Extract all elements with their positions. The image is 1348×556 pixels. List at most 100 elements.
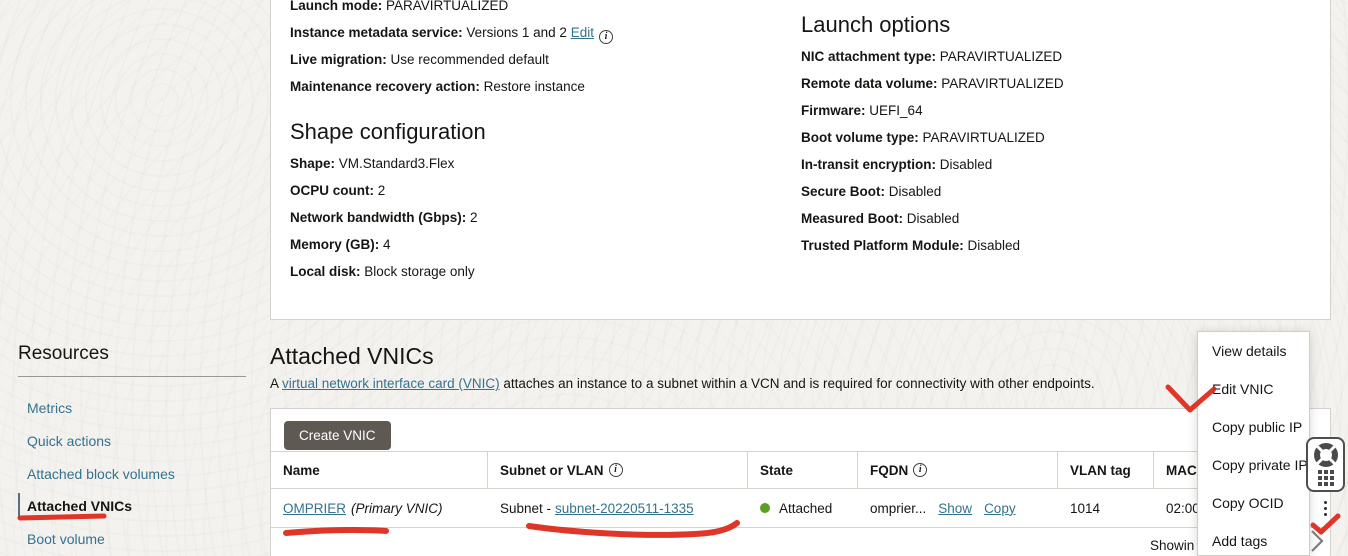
detail-label: Firmware: [801,103,866,118]
detail-value: PARAVIRTUALIZED [386,0,508,13]
detail-row: Shape: VM.Standard3.Flex [290,156,454,171]
fqdn-value: omprier... [870,501,926,516]
detail-value: Restore instance [484,79,585,94]
detail-label: Launch mode: [290,0,382,13]
detail-label: Network bandwidth (Gbps): [290,210,466,225]
detail-label: Local disk: [290,264,361,279]
status-dot-attached [760,503,770,513]
detail-row: OCPU count: 2 [290,183,385,198]
sidebar-item-quick-actions[interactable]: Quick actions [27,433,111,449]
column-header-vlan-tag: VLAN tag [1058,452,1154,488]
detail-label: Shape: [290,156,335,171]
fqdn-show-link[interactable]: Show [938,501,972,516]
cell-name: OMPRIER (Primary VNIC) [271,489,488,527]
sidebar-divider [18,376,246,377]
menu-item-add-tags[interactable]: Add tags [1198,522,1309,556]
table-row: OMPRIER (Primary VNIC) Subnet - subnet-2… [271,489,1330,528]
column-header-subnet-or-vlan: Subnet or VLAN [488,452,748,488]
detail-value: Block storage only [364,264,474,279]
resources-heading: Resources [18,343,109,365]
detail-label: Secure Boot: [801,184,885,199]
subnet-prefix: Subnet - [500,501,551,516]
detail-row: Local disk: Block storage only [290,264,475,279]
vnic-doc-link[interactable]: virtual network interface card (VNIC) [282,376,500,391]
detail-value: Disabled [968,238,1021,253]
shape-configuration-heading: Shape configuration [290,119,486,145]
apps-grid-icon[interactable] [1318,470,1334,486]
assistive-tools-widget [1306,437,1345,492]
detail-value: Use recommended default [391,52,549,67]
detail-label: Live migration: [290,52,387,67]
detail-row: Boot volume type: PARAVIRTUALIZED [801,130,1045,145]
table-footer-showing: Showin [1150,538,1194,553]
info-icon[interactable] [913,463,927,477]
sidebar-item-attached-vnics[interactable]: Attached VNICs [27,498,132,514]
info-icon[interactable] [599,30,613,44]
detail-row: Measured Boot: Disabled [801,211,959,226]
detail-value: UEFI_64 [869,103,922,118]
column-header-name: Name [271,452,488,488]
column-header-state: State [748,452,858,488]
detail-label: Trusted Platform Module: [801,238,964,253]
detail-label: Remote data volume: [801,76,938,91]
detail-value: Disabled [907,211,960,226]
detail-value: Versions 1 and 2 [466,25,567,40]
menu-item-copy-private-ip[interactable]: Copy private IP [1198,446,1309,484]
menu-item-copy-public-ip[interactable]: Copy public IP [1198,408,1309,446]
detail-row: Remote data volume: PARAVIRTUALIZED [801,76,1064,91]
detail-label: Maintenance recovery action: [290,79,480,94]
detail-row: Memory (GB): 4 [290,237,391,252]
table-header-row: Name Subnet or VLAN State FQDN VLAN tag … [271,451,1330,489]
detail-row: Firmware: UEFI_64 [801,103,923,118]
subnet-link[interactable]: subnet-20220511-1335 [555,501,694,516]
sidebar-item-boot-volume[interactable]: Boot volume [27,531,105,547]
detail-label: In-transit encryption: [801,157,936,172]
cell-fqdn: omprier... Show Copy [858,489,1058,527]
detail-value: 4 [383,237,391,252]
sidebar-item-attached-block-volumes[interactable]: Attached block volumes [27,466,175,482]
detail-value: Disabled [889,184,942,199]
detail-value: Disabled [940,157,993,172]
cell-state: Attached [748,489,858,527]
detail-value: PARAVIRTUALIZED [940,49,1062,64]
detail-label: NIC attachment type: [801,49,936,64]
description-suffix: attaches an instance to a subnet within … [500,376,1095,391]
row-actions-menu: View details Edit VNIC Copy public IP Co… [1197,331,1310,556]
description-prefix: A [270,376,282,391]
detail-value: PARAVIRTUALIZED [941,76,1063,91]
detail-row: Secure Boot: Disabled [801,184,941,199]
detail-value: 2 [378,183,386,198]
info-icon[interactable] [609,463,623,477]
menu-item-copy-ocid[interactable]: Copy OCID [1198,484,1309,522]
detail-row: NIC attachment type: PARAVIRTUALIZED [801,49,1062,64]
vnic-name-link[interactable]: OMPRIER [283,501,346,516]
detail-row: Instance metadata service: Versions 1 an… [290,25,613,44]
cell-vlan-tag: 1014 [1058,489,1154,527]
menu-item-view-details[interactable]: View details [1198,332,1309,370]
sidebar-item-metrics[interactable]: Metrics [27,400,72,416]
chevron-right-icon[interactable] [1306,527,1328,555]
cell-subnet: Subnet - subnet-20220511-1335 [488,489,748,527]
detail-label: Measured Boot: [801,211,903,226]
red-underline-sidebar [20,516,104,518]
detail-row: Launch mode: PARAVIRTUALIZED [290,0,508,13]
detail-label: Instance metadata service: [290,25,463,40]
row-kebab-menu-button[interactable] [1322,499,1329,518]
help-lifering-icon[interactable] [1313,442,1339,468]
detail-row: In-transit encryption: Disabled [801,157,992,172]
menu-item-edit-vnic[interactable]: Edit VNIC [1198,370,1309,408]
detail-label: Boot volume type: [801,130,919,145]
column-header-fqdn: FQDN [858,452,1058,488]
detail-label: Memory (GB): [290,237,379,252]
detail-value: 2 [470,210,478,225]
attached-vnics-heading: Attached VNICs [270,343,434,370]
create-vnic-button[interactable]: Create VNIC [284,421,391,450]
fqdn-copy-link[interactable]: Copy [984,501,1016,516]
detail-value: PARAVIRTUALIZED [923,130,1045,145]
primary-vnic-note: (Primary VNIC) [351,501,443,516]
edit-metadata-link[interactable]: Edit [571,25,594,40]
status-text: Attached [779,501,832,516]
detail-row: Network bandwidth (Gbps): 2 [290,210,478,225]
active-item-marker [18,493,20,519]
detail-value: VM.Standard3.Flex [339,156,455,171]
